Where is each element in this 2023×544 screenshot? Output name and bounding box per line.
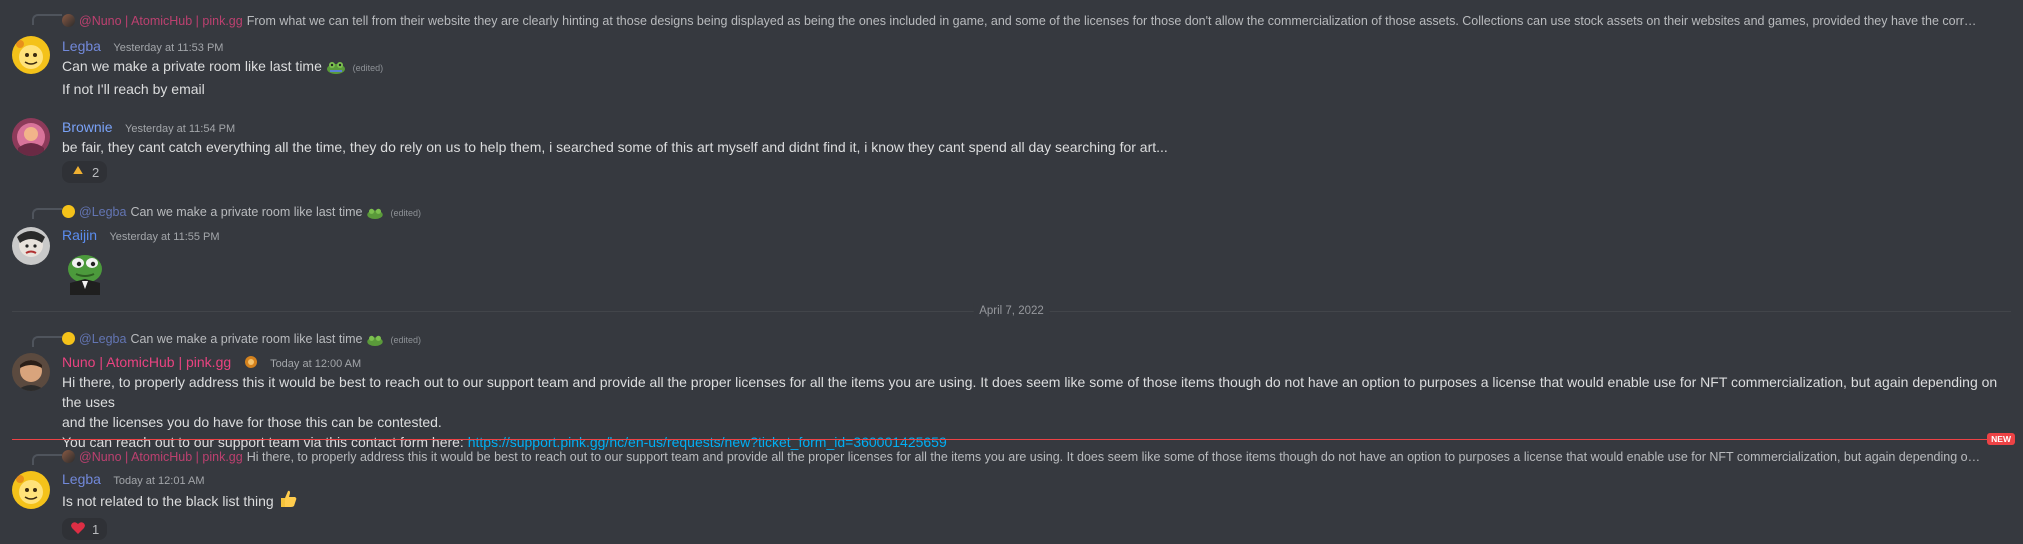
reaction[interactable]: 1 — [62, 518, 108, 540]
reply-text: Can we make a private room like last tim… — [130, 332, 363, 346]
reply-mention[interactable]: @Legba — [79, 332, 126, 346]
frog-emoji-icon — [366, 206, 384, 221]
reaction-count: 2 — [92, 164, 100, 180]
username[interactable]: Legba — [62, 471, 101, 487]
reply-avatar — [62, 205, 75, 218]
date-divider-label: April 7, 2022 — [973, 303, 1050, 319]
this-emoji-icon — [70, 164, 86, 181]
reply-avatar — [62, 332, 75, 345]
reply-preview[interactable]: @Nuno | AtomicHub | pink.gg Hi there, to … — [62, 448, 1983, 466]
reply-connector — [32, 336, 62, 347]
reaction[interactable]: 2 — [62, 161, 108, 183]
message-text: Is not related to the black list thing — [62, 489, 2003, 514]
reply-avatar — [62, 450, 75, 463]
heart-icon — [70, 521, 86, 538]
reply-mention[interactable]: @Nuno | AtomicHub | pink.gg — [79, 14, 243, 28]
pepe-sticker-icon[interactable] — [62, 249, 108, 295]
username[interactable]: Legba — [62, 38, 101, 54]
reply-preview[interactable]: @Nuno | AtomicHub | pink.gg From what we … — [62, 12, 1983, 30]
frog-emoji-icon — [326, 59, 346, 79]
reply-connector — [32, 208, 62, 219]
edited-tag: (edited) — [390, 208, 421, 218]
new-badge: NEW — [1987, 433, 2015, 445]
message-text: and the licenses you do have for those t… — [62, 414, 442, 430]
reply-mention[interactable]: @Nuno | AtomicHub | pink.gg — [79, 450, 243, 464]
avatar-legba[interactable] — [12, 36, 50, 74]
message-text: Hi there, to properly address this it wo… — [62, 374, 1998, 410]
avatar-nuno[interactable] — [12, 353, 50, 391]
message-text: Can we make a private room like last tim… — [62, 56, 2003, 79]
reply-mention[interactable]: @Legba — [79, 205, 126, 219]
username[interactable]: Nuno | AtomicHub | pink.gg — [62, 354, 231, 370]
reply-text: Hi there, to properly address this it wo… — [246, 450, 1983, 464]
reply-connector — [32, 454, 62, 465]
avatar-raijin[interactable] — [12, 227, 50, 265]
timestamp[interactable]: Today at 12:00 AM — [270, 358, 361, 370]
reply-preview[interactable]: @Legba Can we make a private room like la… — [62, 330, 1983, 348]
message-text: be fair, they cant catch everything all … — [62, 139, 1168, 155]
reply-avatar — [62, 14, 75, 27]
reply-text: From what we can tell from their website… — [246, 14, 1983, 28]
reply-preview[interactable]: @Legba Can we make a private room like la… — [62, 203, 1983, 221]
new-messages-divider — [12, 439, 1989, 440]
message-text: If not I'll reach by email — [62, 81, 205, 97]
thumbs-up-icon — [278, 489, 298, 514]
chat-messages: @Nuno | AtomicHub | pink.gg From what we … — [0, 0, 2023, 544]
reply-connector — [32, 14, 62, 25]
timestamp[interactable]: Yesterday at 11:54 PM — [125, 123, 235, 135]
edited-tag: (edited) — [390, 335, 421, 345]
reply-text: Can we make a private room like last tim… — [130, 205, 363, 219]
timestamp[interactable]: Today at 12:01 AM — [113, 475, 204, 487]
avatar-legba[interactable] — [12, 471, 50, 509]
avatar-brownie[interactable] — [12, 118, 50, 156]
frog-emoji-icon — [366, 333, 384, 348]
username[interactable]: Raijin — [62, 227, 97, 243]
username[interactable]: Brownie — [62, 119, 113, 135]
edited-tag: (edited) — [352, 63, 384, 73]
reaction-count: 1 — [92, 521, 100, 537]
timestamp[interactable]: Yesterday at 11:53 PM — [113, 42, 223, 54]
timestamp[interactable]: Yesterday at 11:55 PM — [109, 231, 219, 243]
